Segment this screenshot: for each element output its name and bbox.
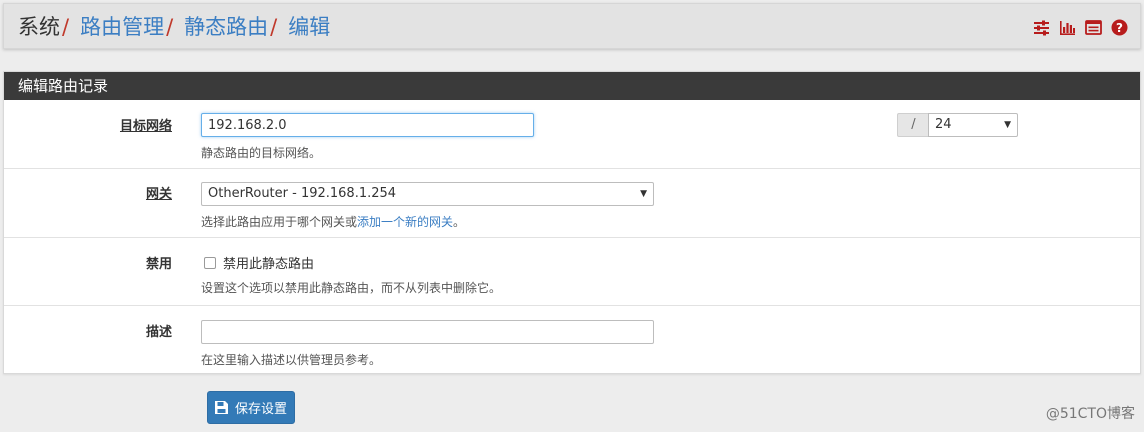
mask-separator: / — [897, 113, 929, 137]
breadcrumb-item-routing[interactable]: 路由管理 — [80, 15, 164, 39]
breadcrumb-separator: / — [270, 15, 278, 39]
subnet-mask-value: 24 — [935, 117, 952, 132]
save-button-label: 保存设置 — [235, 402, 288, 417]
save-icon — [215, 401, 228, 414]
breadcrumb: 系统/路由管理/静态路由/编辑 — [18, 13, 330, 41]
gateway-row: 网关 OtherRouter - 192.168.1.254 ▼ 选择此路由应用… — [4, 169, 1140, 238]
page-header: 系统/路由管理/静态路由/编辑 ? — [3, 3, 1141, 49]
breadcrumb-item-edit: 编辑 — [288, 15, 331, 39]
destination-network-input[interactable] — [201, 113, 534, 137]
header-icon-bar: ? — [1033, 19, 1128, 36]
edit-route-panel: 编辑路由记录 目标网络 / 24 ▼ 静态路由的目标网络。 网关 OtherRo… — [3, 71, 1141, 374]
description-input[interactable] — [201, 320, 654, 344]
description-help: 在这里输入描述以供管理员参考。 — [201, 353, 382, 367]
breadcrumb-root: 系统 — [18, 15, 60, 39]
disabled-help: 设置这个选项以禁用此静态路由，而不从列表中删除它。 — [201, 281, 502, 295]
gateway-help-text: 选择此路由应用于哪个网关或 — [201, 215, 358, 229]
gateway-help: 选择此路由应用于哪个网关或添加一个新的网关。 — [201, 213, 465, 230]
destination-row: 目标网络 / 24 ▼ 静态路由的目标网络。 — [4, 100, 1140, 169]
svg-text:?: ? — [1116, 21, 1123, 35]
disable-route-checkbox[interactable] — [204, 257, 216, 269]
save-button[interactable]: 保存设置 — [207, 391, 295, 424]
help-icon[interactable]: ? — [1111, 19, 1128, 36]
chevron-down-icon: ▼ — [640, 189, 647, 199]
gateway-help-suffix: 。 — [453, 215, 466, 229]
bar-chart-icon[interactable] — [1059, 19, 1076, 36]
watermark: @51CTO博客 — [1045, 406, 1135, 422]
gateway-value: OtherRouter - 192.168.1.254 — [208, 186, 397, 201]
list-icon[interactable] — [1085, 19, 1102, 36]
breadcrumb-separator: / — [62, 15, 70, 39]
sliders-icon[interactable] — [1033, 19, 1050, 36]
destination-help: 静态路由的目标网络。 — [201, 146, 322, 160]
gateway-label: 网关 — [145, 187, 172, 202]
panel-title: 编辑路由记录 — [4, 72, 1140, 100]
disabled-row: 禁用 禁用此静态路由 设置这个选项以禁用此静态路由，而不从列表中删除它。 — [4, 238, 1140, 306]
breadcrumb-item-static-routes[interactable]: 静态路由 — [184, 15, 268, 39]
disable-route-checkbox-label[interactable]: 禁用此静态路由 — [223, 253, 314, 272]
subnet-mask-select[interactable]: 24 ▼ — [928, 113, 1018, 137]
description-label: 描述 — [145, 325, 172, 340]
gateway-select[interactable]: OtherRouter - 192.168.1.254 ▼ — [201, 182, 654, 206]
breadcrumb-separator: / — [166, 15, 174, 39]
destination-label: 目标网络 — [119, 119, 172, 134]
add-gateway-link[interactable]: 添加一个新的网关 — [357, 215, 453, 229]
description-row: 描述 在这里输入描述以供管理员参考。 — [4, 306, 1140, 375]
disabled-label: 禁用 — [145, 257, 172, 272]
chevron-down-icon: ▼ — [1004, 120, 1011, 130]
